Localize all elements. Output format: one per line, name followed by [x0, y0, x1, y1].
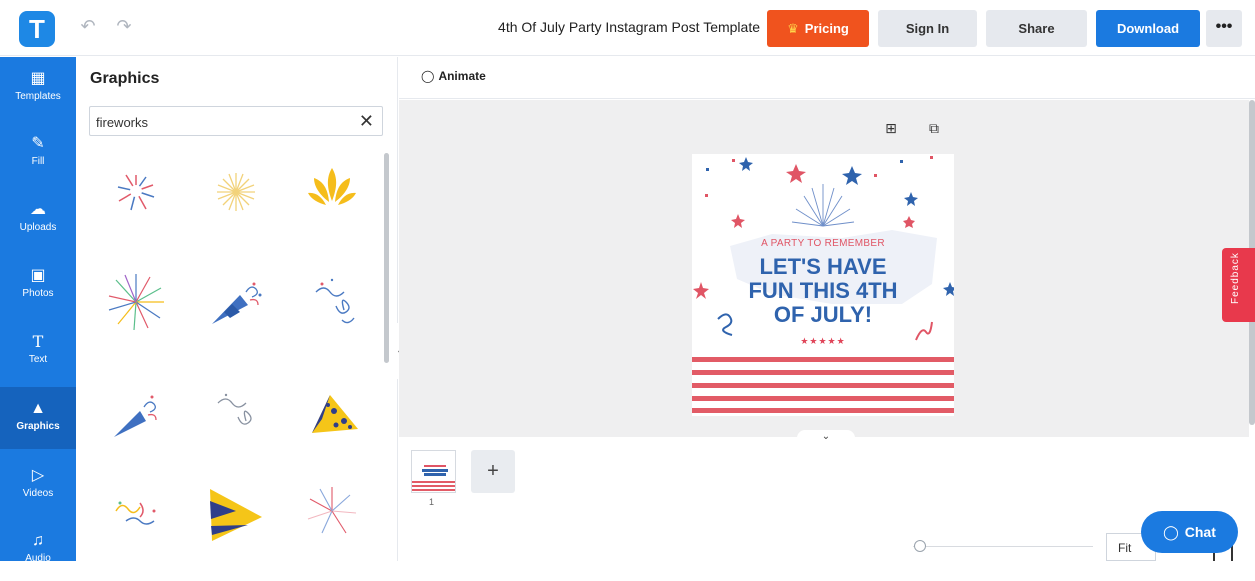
graphic-result-9[interactable]: [292, 375, 372, 455]
animate-icon: ◯: [421, 69, 435, 83]
design-canvas[interactable]: A PARTY TO REMEMBER LET'S HAVE FUN THIS …: [692, 154, 954, 416]
sidebar-item-audio[interactable]: ♫ Audio: [0, 519, 76, 581]
headline-line-3: OF JULY!: [773, 302, 873, 327]
animate-label: Animate: [438, 69, 486, 83]
document-title[interactable]: 4th Of July Party Instagram Post Templat…: [460, 19, 760, 35]
more-options-button[interactable]: •••: [1206, 10, 1242, 47]
sidebar-item-label: Text: [28, 354, 48, 365]
graphic-result-6[interactable]: [292, 262, 372, 342]
graphic-result-5[interactable]: [196, 262, 276, 342]
graphic-result-7[interactable]: [96, 375, 176, 455]
graphic-result-8[interactable]: [196, 375, 276, 455]
animate-button[interactable]: ◯ Animate: [421, 69, 486, 83]
headline-line-1: LET'S HAVE: [759, 254, 887, 279]
graphic-result-2[interactable]: [196, 153, 276, 233]
top-bar: T ↶ ↷ 4th Of July Party Instagram Post T…: [0, 0, 1255, 56]
design-stripe: [692, 370, 954, 375]
graphic-result-10[interactable]: [96, 471, 176, 551]
undo-icon[interactable]: ↶: [78, 16, 98, 36]
sidebar-item-graphics[interactable]: ▲ Graphics: [0, 387, 76, 449]
graphic-result-11[interactable]: [196, 471, 276, 551]
design-stripe: [692, 408, 954, 413]
sidebar-item-label: Photos: [22, 288, 54, 299]
graphic-result-1[interactable]: [96, 153, 176, 233]
sidebar-item-label: Graphics: [16, 421, 60, 432]
graphic-result-3[interactable]: [292, 153, 372, 233]
close-icon[interactable]: ✕: [359, 111, 374, 131]
sidebar-item-videos[interactable]: ▷ Videos: [0, 454, 76, 516]
zoom-slider-handle[interactable]: [914, 540, 926, 552]
search-input[interactable]: [96, 112, 346, 132]
cloud-upload-icon: ☁: [30, 201, 46, 218]
video-icon: ▷: [31, 467, 45, 484]
editor-toolbar: ◯ Animate: [399, 57, 1255, 99]
graphic-result-4[interactable]: [96, 262, 176, 342]
redo-icon[interactable]: ↷: [114, 16, 134, 36]
sidebar-item-photos[interactable]: ▣ Photos: [0, 254, 76, 316]
image-icon: ▣: [30, 267, 46, 284]
feedback-label: Feedback: [1230, 252, 1241, 304]
search-box: ✕: [89, 106, 383, 136]
feedback-tab[interactable]: Feedback: [1222, 248, 1255, 322]
headline-line-2: FUN THIS 4TH: [748, 278, 898, 303]
pricing-label: Pricing: [804, 21, 849, 36]
sidebar-item-label: Audio: [25, 553, 51, 564]
design-headline[interactable]: LET'S HAVE FUN THIS 4TH OF JULY!: [692, 255, 954, 327]
sidebar: ▦ Templates ✎ Fill ☁ Uploads ▣ Photos T …: [0, 57, 76, 564]
chat-label: Chat: [1184, 524, 1216, 540]
graphics-panel: Graphics ✕: [76, 57, 398, 561]
page-thumbnail[interactable]: [411, 450, 456, 493]
toggle-pages-button[interactable]: ⌄: [797, 430, 855, 444]
add-page-icon[interactable]: ⊞: [883, 120, 899, 136]
sidebar-item-uploads[interactable]: ☁ Uploads: [0, 188, 76, 250]
add-page-button[interactable]: +: [471, 450, 515, 493]
music-icon: ♫: [32, 532, 44, 549]
duplicate-icon[interactable]: ⧉: [926, 120, 942, 136]
graphic-result-12[interactable]: [292, 471, 372, 551]
pen-icon: ✎: [31, 135, 45, 152]
chevron-down-icon: ⌄: [821, 431, 831, 442]
design-stripe: [692, 357, 954, 362]
crown-icon: ♛: [787, 21, 799, 36]
chat-bubble-icon: ◯: [1163, 524, 1179, 540]
templates-icon: ▦: [30, 70, 46, 87]
page-number: 1: [429, 497, 435, 507]
download-button[interactable]: Download: [1096, 10, 1200, 47]
share-button[interactable]: Share: [986, 10, 1087, 47]
sidebar-item-label: Videos: [22, 488, 54, 499]
design-stripe: [692, 383, 954, 388]
sidebar-item-label: Fill: [31, 156, 45, 167]
sidebar-item-label: Uploads: [19, 222, 57, 233]
sidebar-item-fill[interactable]: ✎ Fill: [0, 122, 76, 184]
chat-button[interactable]: ◯ Chat: [1141, 511, 1238, 553]
design-stripe: [692, 396, 954, 401]
panel-scrollbar[interactable]: [384, 153, 389, 363]
design-stars[interactable]: ★★★★★: [692, 336, 954, 347]
sidebar-item-templates[interactable]: ▦ Templates: [0, 57, 76, 119]
shapes-icon: ▲: [30, 400, 46, 417]
sidebar-item-label: Templates: [15, 91, 61, 102]
text-icon: T: [32, 332, 44, 351]
panel-title: Graphics: [90, 70, 160, 87]
sidebar-item-text[interactable]: T Text: [0, 320, 76, 382]
zoom-slider[interactable]: [913, 546, 1093, 547]
design-subtitle[interactable]: A PARTY TO REMEMBER: [692, 238, 954, 249]
pricing-button[interactable]: ♛ Pricing: [767, 10, 869, 47]
app-logo[interactable]: T: [19, 11, 55, 47]
sign-in-button[interactable]: Sign In: [878, 10, 977, 47]
